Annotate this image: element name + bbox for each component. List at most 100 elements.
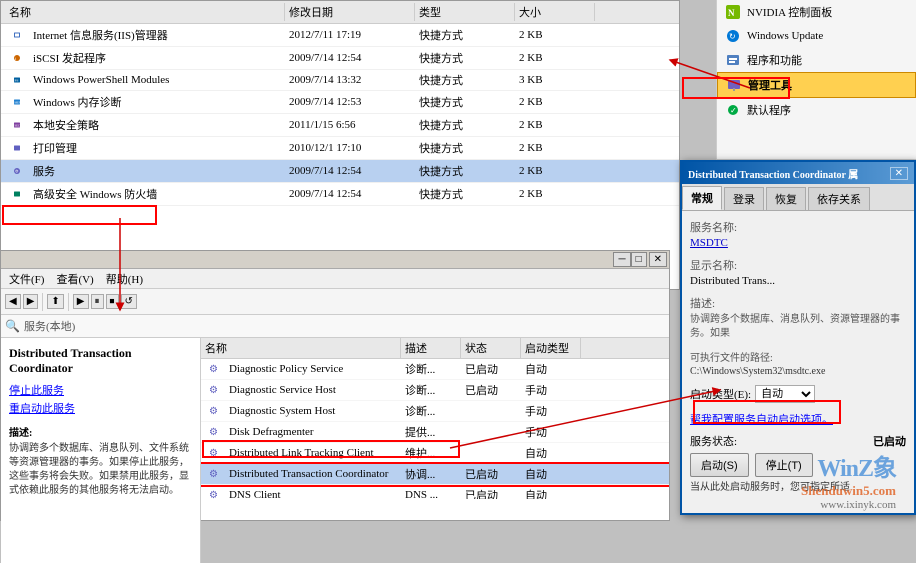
svc-startup-5: 自动 — [521, 465, 581, 483]
svc-col-startup: 启动类型 — [521, 338, 581, 358]
svc-col-desc: 描述 — [401, 338, 461, 358]
list-item[interactable]: ⚙ Diagnostic System Host 诊断... 手动 — [201, 401, 669, 422]
file-name-3: Windows 内存诊断 — [29, 93, 125, 111]
search-icon: 🔍 — [5, 319, 20, 334]
menu-help[interactable]: 帮助(H) — [106, 271, 143, 287]
menu-file[interactable]: 文件(F) — [9, 271, 44, 287]
file-name-7: 高级安全 Windows 防火墙 — [29, 185, 161, 203]
dialog-title: Distributed Transaction Coordinator 属 — [688, 166, 858, 181]
file-type-3: 快捷方式 — [415, 93, 515, 111]
pause-btn[interactable]: ⏸ — [91, 294, 104, 309]
list-item[interactable]: ⚙ Diagnostic Service Host 诊断... 已启动 手动 — [201, 380, 669, 401]
startup-type-row: 启动类型(E): 自动 手动 禁用 — [690, 385, 906, 403]
file-date-2: 2009/7/14 13:32 — [285, 73, 415, 87]
services-mmc-window: ─ □ ✕ 文件(F) 查看(V) 帮助(H) ◀ ▶ ⬆ ▶ ⏸ ⏹ ↺ 🔍 … — [0, 250, 670, 521]
service-selected-title: Distributed Transaction Coordinator — [9, 346, 192, 376]
tab-recovery[interactable]: 恢复 — [766, 187, 806, 210]
back-btn[interactable]: ◀ — [5, 294, 21, 309]
list-item[interactable]: ⚙ Distributed Link Tracking Client 维护...… — [201, 443, 669, 464]
stop-btn[interactable]: ⏹ — [106, 294, 119, 309]
mmc-toolbar: ◀ ▶ ⬆ ▶ ⏸ ⏹ ↺ — [1, 289, 669, 315]
table-row[interactable]: Internet 信息服务(IIS)管理器 2012/7/11 17:19 快捷… — [1, 24, 679, 47]
menu-item-admin-tools[interactable]: 管理工具 — [717, 72, 916, 98]
svc-startup-3: 手动 — [521, 423, 581, 441]
svc-status-6: 已启动 — [461, 486, 521, 499]
file-name-2: Windows PowerShell Modules — [29, 73, 173, 87]
tab-logon[interactable]: 登录 — [724, 187, 764, 210]
file-size-1: 2 KB — [515, 51, 595, 65]
table-row[interactable]: SEC 本地安全策略 2011/1/15 6:56 快捷方式 2 KB — [1, 114, 679, 137]
svg-text:⚙: ⚙ — [15, 169, 19, 174]
dialog-close-btn[interactable]: ✕ — [890, 167, 908, 180]
menu-item-nvidia[interactable]: N NVIDIA 控制面板 — [717, 0, 916, 24]
file-date-3: 2009/7/14 12:53 — [285, 95, 415, 109]
file-explorer-window: 名称 修改日期 类型 大小 Internet 信息服务(IIS)管理器 2012… — [0, 0, 680, 290]
file-date-0: 2012/7/11 17:19 — [285, 28, 415, 42]
list-item[interactable]: ⚙ DNS Client DNS ... 已启动 自动 — [201, 485, 669, 499]
col-type: 类型 — [415, 3, 515, 21]
svc-name-value[interactable]: MSDTC — [690, 237, 906, 249]
service-actions: 停止此服务 重启动此服务 — [9, 382, 192, 416]
startup-help-anchor[interactable]: 帮我配置服务自动启动选项。 — [690, 414, 833, 426]
svc-startup-4: 自动 — [521, 444, 581, 462]
table-row[interactable]: PS Windows PowerShell Modules 2009/7/14 … — [1, 70, 679, 91]
services-content: Distributed Transaction Coordinator 停止此服… — [1, 338, 669, 563]
table-row[interactable]: i iSCSI 发起程序 2009/7/14 12:54 快捷方式 2 KB — [1, 47, 679, 70]
start-button[interactable]: 启动(S) — [690, 453, 749, 477]
menu-view[interactable]: 查看(V) — [56, 271, 93, 287]
startup-type-label: 启动类型(E): — [690, 386, 751, 402]
table-row[interactable]: 高级安全 Windows 防火墙 2009/7/14 12:54 快捷方式 2 … — [1, 183, 679, 206]
file-row-name-2: PS Windows PowerShell Modules — [5, 71, 285, 89]
field-service-name: 服务名称: MSDTC — [690, 219, 906, 249]
table-row-services[interactable]: ⚙ 服务 2009/7/14 12:54 快捷方式 2 KB — [1, 160, 679, 183]
dialog-titlebar: Distributed Transaction Coordinator 属 ✕ — [682, 162, 914, 184]
play-btn[interactable]: ▶ — [73, 294, 89, 309]
file-size-5: 2 KB — [515, 141, 595, 155]
file-icon-6: ⚙ — [9, 163, 25, 179]
startup-type-select[interactable]: 自动 手动 禁用 — [755, 385, 815, 403]
file-icon-0 — [9, 27, 25, 43]
stop-service-link[interactable]: 停止此服务 — [9, 382, 192, 398]
file-row-name-6: ⚙ 服务 — [5, 161, 285, 181]
file-date-5: 2010/12/1 17:10 — [285, 141, 415, 155]
forward-btn[interactable]: ▶ — [23, 294, 39, 309]
display-name-label: 显示名称: — [690, 257, 906, 273]
file-icon-1: i — [9, 50, 25, 66]
restart-btn[interactable]: ↺ — [121, 294, 137, 309]
col-size: 大小 — [515, 3, 595, 21]
file-name-6: 服务 — [29, 162, 59, 180]
menu-item-default-programs[interactable]: ✓ 默认程序 — [717, 98, 916, 122]
file-type-1: 快捷方式 — [415, 49, 515, 67]
list-item[interactable]: ⚙ Disk Defragmenter 提供... 手动 — [201, 422, 669, 443]
restore-btn[interactable]: □ — [631, 252, 647, 267]
table-row[interactable]: MEM Windows 内存诊断 2009/7/14 12:53 快捷方式 2 … — [1, 91, 679, 114]
restart-service-link[interactable]: 重启动此服务 — [9, 400, 192, 416]
svc-desc-5: 协调... — [401, 465, 461, 483]
file-row-name-5: 打印管理 — [5, 138, 285, 158]
svc-icon-0: ⚙ — [205, 363, 222, 376]
list-item[interactable]: ⚙ Diagnostic Policy Service 诊断... 已启动 自动 — [201, 359, 669, 380]
list-item-dtc[interactable]: ⚙ Distributed Transaction Coordinator 协调… — [201, 464, 669, 485]
tab-dependencies[interactable]: 依存关系 — [808, 187, 870, 210]
file-size-0: 2 KB — [515, 28, 595, 42]
menu-item-programs[interactable]: 程序和功能 — [717, 48, 916, 72]
desc-field-value: 协调跨多个数据库、消息队列、资源管理器的事务。如果 — [690, 313, 906, 341]
windows-update-icon: ↻ — [725, 28, 741, 44]
tab-general[interactable]: 常规 — [682, 186, 722, 210]
menu-item-windows-update[interactable]: ↻ Windows Update — [717, 24, 916, 48]
admin-tools-label: 管理工具 — [748, 77, 792, 93]
svc-name-4: ⚙ Distributed Link Tracking Client — [201, 445, 401, 461]
file-size-2: 3 KB — [515, 73, 595, 87]
file-size-6: 2 KB — [515, 164, 595, 178]
file-name-5: 打印管理 — [29, 139, 81, 157]
close-btn[interactable]: ✕ — [649, 252, 667, 267]
mmc-titlebar: ─ □ ✕ — [1, 251, 669, 269]
field-startup-type: 启动类型(E): 自动 手动 禁用 — [690, 385, 906, 403]
svg-text:↻: ↻ — [729, 32, 736, 41]
minimize-btn[interactable]: ─ — [613, 252, 630, 267]
services-rows: ⚙ Diagnostic Policy Service 诊断... 已启动 自动… — [201, 359, 669, 499]
services-search-bar: 🔍 服务(本地) — [1, 315, 669, 338]
up-btn[interactable]: ⬆ — [47, 294, 63, 309]
table-row[interactable]: 打印管理 2010/12/1 17:10 快捷方式 2 KB — [1, 137, 679, 160]
svc-status-0: 已启动 — [461, 360, 521, 378]
